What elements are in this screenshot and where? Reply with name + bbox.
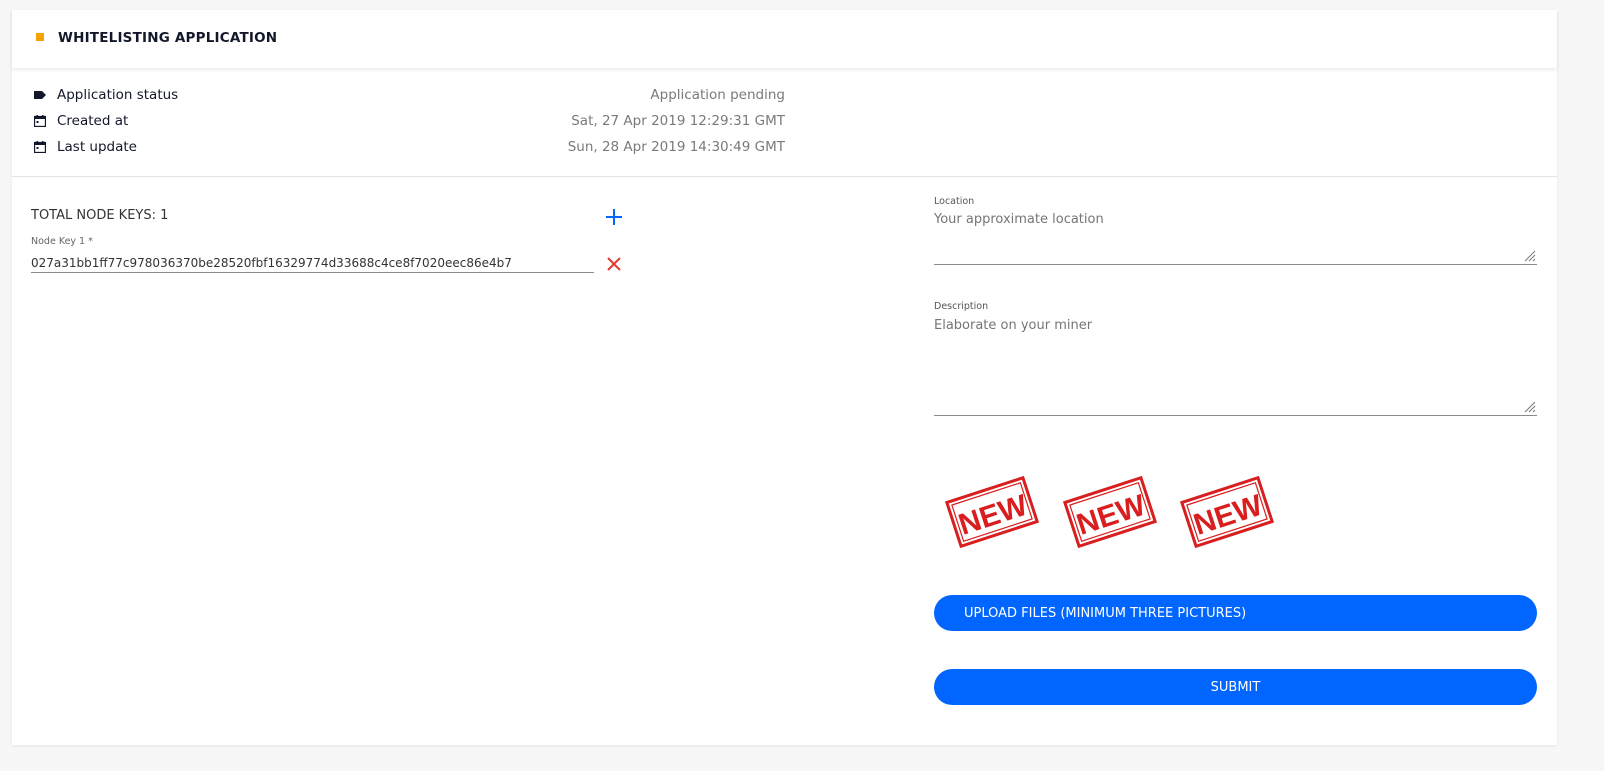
node-key-input[interactable] — [31, 253, 594, 273]
location-label: Location — [934, 196, 975, 207]
total-node-keys: TOTAL NODE KEYS: 1 — [31, 208, 169, 223]
section-divider — [12, 176, 1557, 177]
info-value: Sat, 27 Apr 2019 12:29:31 GMT — [571, 113, 785, 129]
info-value: Application pending — [650, 87, 785, 103]
location-field[interactable] — [934, 212, 1537, 265]
page-title: WHITELISTING APPLICATION — [58, 30, 278, 46]
submit-button[interactable]: SUBMIT — [934, 669, 1537, 705]
new-stamp-icon[interactable]: NEW — [1179, 465, 1275, 559]
info-label: Created at — [57, 113, 129, 129]
application-card: WHITELISTING APPLICATION Application sta… — [12, 10, 1557, 745]
resize-grip-icon[interactable] — [1524, 250, 1536, 262]
description-field[interactable] — [934, 318, 1537, 416]
new-stamp-icon[interactable]: NEW — [1062, 465, 1158, 559]
new-stamp-icon[interactable]: NEW — [944, 465, 1040, 559]
info-label: Last update — [57, 139, 137, 155]
node-key-label: Node Key 1 * — [31, 236, 93, 247]
label-tag-icon — [34, 91, 46, 99]
add-node-key-icon[interactable] — [604, 207, 624, 227]
info-label: Application status — [57, 87, 179, 103]
info-row-created: Created at Sat, 27 Apr 2019 12:29:31 GMT — [32, 112, 785, 132]
calendar-icon — [34, 115, 46, 127]
resize-grip-icon[interactable] — [1524, 401, 1536, 413]
info-row-updated: Last update Sun, 28 Apr 2019 14:30:49 GM… — [32, 138, 785, 158]
card-header: WHITELISTING APPLICATION — [12, 10, 1557, 68]
info-row-status: Application status Application pending — [32, 86, 785, 106]
upload-files-button[interactable]: UPLOAD FILES (MINIMUM THREE PICTURES) — [934, 595, 1537, 631]
calendar-icon — [34, 141, 46, 153]
description-label: Description — [934, 301, 989, 312]
remove-node-key-icon[interactable] — [604, 254, 624, 274]
header-accent-square — [36, 33, 44, 41]
info-value: Sun, 28 Apr 2019 14:30:49 GMT — [567, 139, 785, 155]
